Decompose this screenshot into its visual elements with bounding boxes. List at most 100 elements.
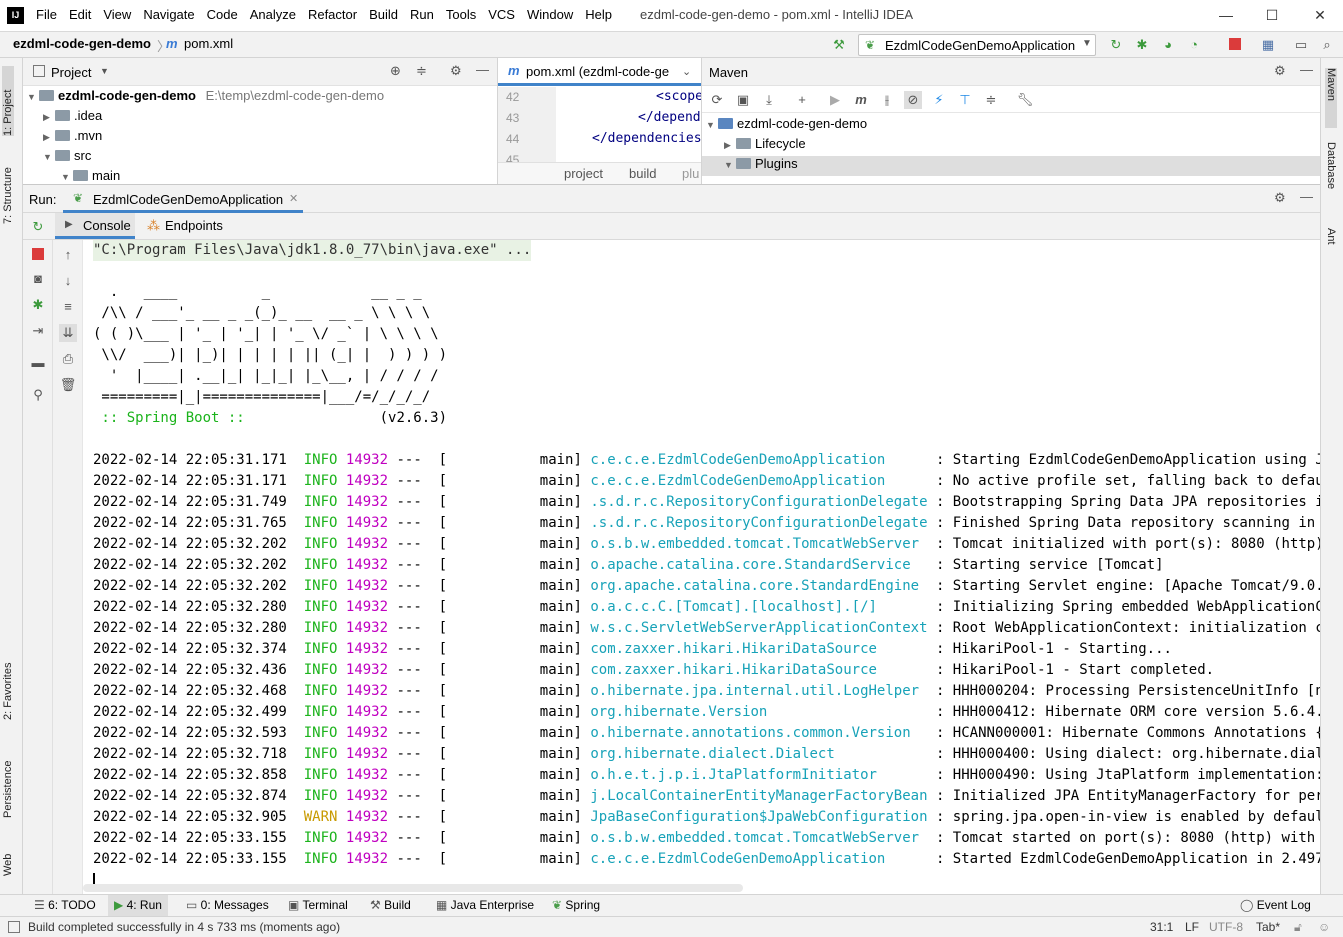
menu-refactor[interactable]: Refactor [302,7,363,22]
tool-tab-persistence[interactable]: Persistence [2,742,14,818]
indent-setting[interactable]: Tab* [1256,920,1280,934]
tool-tab-ant[interactable]: Ant [1325,228,1337,264]
profile-icon[interactable]: ◔ [1185,36,1203,54]
collapse-all-icon[interactable]: ≑ [416,63,427,79]
horizontal-scrollbar[interactable] [83,884,743,892]
stop-icon[interactable] [32,248,44,260]
code-line[interactable]: </depende [638,110,708,125]
lock-icon[interactable]: 🔓︎ [1294,920,1302,935]
menu-view[interactable]: View [97,7,137,22]
maven-lifecycle[interactable]: ▶ Lifecycle [724,136,806,156]
debug-icon[interactable]: ✱ [1133,36,1151,54]
add-icon[interactable]: + [793,91,811,109]
menu-tools[interactable]: Tools [440,7,482,22]
camera-icon[interactable]: ◙ [29,270,47,288]
chevron-down-icon[interactable]: ⌄ [682,65,691,78]
menu-edit[interactable]: Edit [63,7,97,22]
run-tab[interactable]: ❦ EzdmlCodeGenDemoApplication ✕ [63,185,303,213]
close-button[interactable]: ✕ [1297,0,1343,32]
tool-tab-maven[interactable]: Maven [1325,68,1337,128]
hide-pane-icon[interactable]: — [1300,62,1313,77]
locate-icon[interactable]: ⊕ [390,63,401,79]
breadcrumb-file[interactable]: pom.xml [184,36,233,51]
tree-item-src[interactable]: ▼ src [43,148,91,168]
tool-tab-web[interactable]: Web [2,840,14,876]
arrow-up-icon[interactable]: ↑ [59,246,77,264]
tab-terminal[interactable]: ▣ Terminal [288,898,348,912]
editor-crumb[interactable]: plu [682,166,699,181]
menu-code[interactable]: Code [201,7,244,22]
menu-analyze[interactable]: Analyze [244,7,302,22]
tab-build[interactable]: ⚒ Build [370,898,411,912]
skip-tests-icon[interactable]: ⊘ [904,91,922,109]
maven-root[interactable]: ▼ ezdml-code-gen-demo [706,116,867,136]
rerun-icon[interactable]: ↻ [29,218,47,236]
execute-goal-icon[interactable]: m [852,91,870,109]
arrow-down-icon[interactable]: ↓ [59,272,77,290]
console-output[interactable]: "C:\Program Files\Java\jdk1.8.0_77\bin\j… [83,240,1320,894]
minimize-button[interactable]: — [1203,0,1249,32]
tree-item-idea[interactable]: ▶ .idea [43,108,102,128]
status-message[interactable]: Build completed successfully in 4 s 733 … [28,920,340,934]
scroll-to-end-icon[interactable]: ⇊ [59,324,77,342]
debug-icon[interactable]: ✱ [29,296,47,314]
inspector-icon[interactable]: ☺ [1318,920,1330,934]
menu-build[interactable]: Build [363,7,404,22]
project-pane-title[interactable]: Project [51,65,91,80]
hide-pane-icon[interactable]: — [476,62,489,77]
tool-tab-database[interactable]: Database [1325,142,1337,212]
toggle-offline-icon[interactable]: ⫲ [878,91,896,109]
chevron-down-icon[interactable]: ▼ [100,66,109,76]
maven-plugins[interactable]: ▼ Plugins [702,156,1321,176]
console-tab[interactable]: ▶ Console [55,213,135,239]
run-icon[interactable]: ▶ [826,91,844,109]
run-configuration-select[interactable]: ❦ EzdmlCodeGenDemoApplication ▼ [858,34,1096,56]
project-structure-icon[interactable]: ▦ [1259,36,1277,54]
menu-navigate[interactable]: Navigate [137,7,200,22]
tab-event-log[interactable]: ◯ Event Log [1240,898,1311,912]
tree-item-mvn[interactable]: ▶ .mvn [43,128,102,148]
hammer-build-icon[interactable]: ⚒ [830,36,848,54]
soft-wrap-icon[interactable]: ≡ [59,298,77,316]
run-anything-icon[interactable]: ▭ [1292,36,1310,54]
editor-tab[interactable]: m pom.xml (ezdml-code-ge ⌄ [498,58,702,86]
tab-run[interactable]: ▶ 4: Run [108,895,168,916]
editor-crumb[interactable]: build [629,166,656,181]
code-line[interactable]: <scope [656,89,703,104]
line-separator[interactable]: LF [1185,920,1199,934]
stop-icon[interactable] [1229,38,1241,50]
menu-window[interactable]: Window [521,7,579,22]
coverage-icon[interactable]: ◕ [1159,36,1177,54]
status-toggle-icon[interactable] [8,921,20,933]
close-tab-icon[interactable]: ✕ [289,192,298,205]
restore-layout-icon[interactable]: ⇥ [29,322,47,340]
hide-pane-icon[interactable]: — [1300,189,1313,204]
gear-icon[interactable]: ⚙ [450,63,462,79]
tool-tab-project[interactable]: 1: Project [2,66,14,136]
endpoints-tab[interactable]: ⁂ Endpoints [143,213,243,239]
tree-root[interactable]: ▼ ezdml-code-gen-demo E:\temp\ezdml-code-… [27,88,384,108]
menu-file[interactable]: File [30,7,63,22]
show-dependencies-icon[interactable]: ⊤ [956,91,974,109]
collapse-all-icon[interactable]: ≑ [982,91,1000,109]
file-encoding[interactable]: UTF-8 [1209,920,1243,934]
code-line[interactable]: </dependencies [592,131,702,146]
gear-icon[interactable]: ⚙ [1274,63,1286,79]
print-icon[interactable]: ⎙ [59,350,77,368]
reload-icon[interactable]: ⟳ [708,91,726,109]
menu-help[interactable]: Help [579,7,618,22]
pin-icon[interactable]: ⚲ [29,386,47,404]
menu-run[interactable]: Run [404,7,440,22]
download-icon[interactable]: ⤓ [760,91,778,109]
breadcrumb-project[interactable]: ezdml-code-gen-demo [13,36,151,51]
layout-icon[interactable]: ▬ [29,354,47,372]
tab-spring[interactable]: ❦ Spring [552,898,600,912]
tool-tab-structure[interactable]: 7: Structure [2,154,14,224]
tab-java-enterprise[interactable]: ▦ Java Enterprise [436,898,534,912]
caret-position[interactable]: 31:1 [1150,920,1173,934]
maximize-button[interactable]: ☐ [1249,0,1295,32]
rerun-icon[interactable]: ↻ [1107,36,1125,54]
tab-todo[interactable]: ☰ 6: TODO [34,898,96,912]
search-icon[interactable]: ⌕ [1318,36,1336,54]
gear-icon[interactable]: ⚙ [1274,190,1286,206]
